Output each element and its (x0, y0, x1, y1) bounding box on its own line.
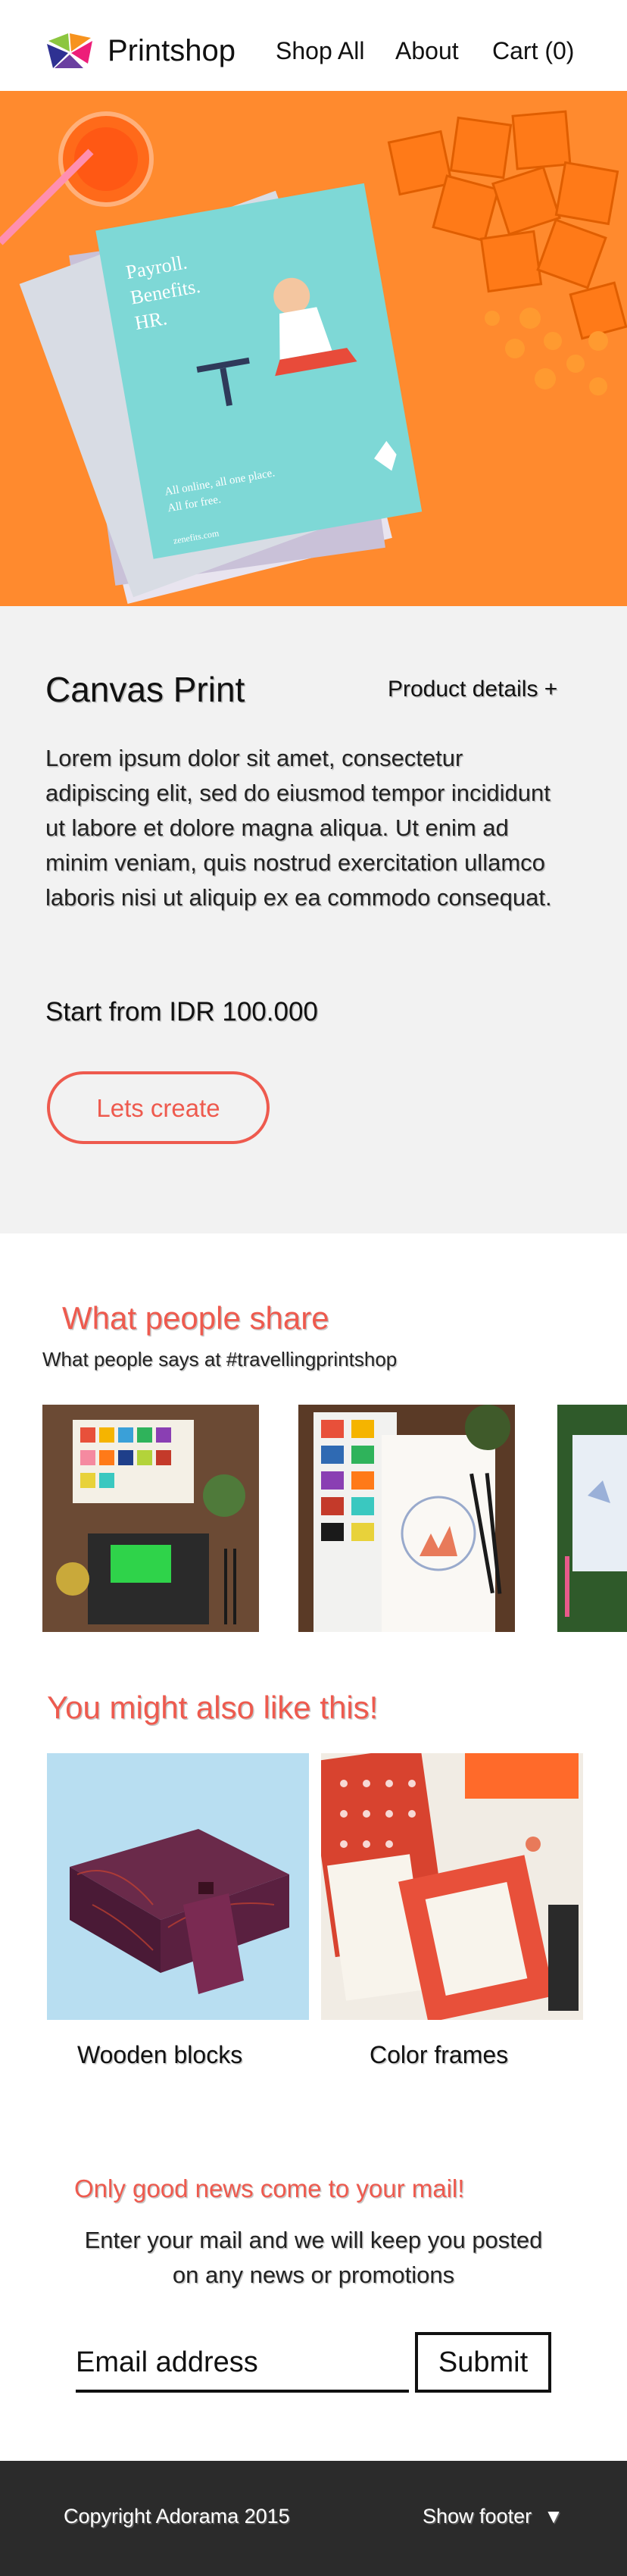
share-photo-2[interactable] (298, 1405, 515, 1632)
share-section-title: What people share (62, 1300, 329, 1336)
product-title: Canvas Print (45, 670, 245, 709)
related-product-name-2[interactable]: Color frames (370, 2038, 508, 2071)
lets-create-button[interactable]: Lets create (47, 1071, 270, 1144)
share-photo-1[interactable] (42, 1405, 259, 1632)
nav-cart[interactable]: Cart (0) (492, 33, 574, 68)
triangle-down-icon: ▼ (544, 2505, 563, 2528)
show-footer-label: Show footer (423, 2505, 532, 2528)
email-input[interactable] (76, 2335, 409, 2393)
newsletter-text: Enter your mail and we will keep you pos… (84, 2227, 543, 2288)
submit-button[interactable]: Submit (415, 2332, 551, 2393)
copyright-text: Copyright Adorama 2015 (64, 2505, 290, 2528)
share-section-subtitle: What people says at #travellingprintshop (42, 1348, 398, 1371)
product-price: Start from IDR 100.000 (45, 997, 318, 1027)
share-photo-3[interactable] (557, 1405, 627, 1632)
nav-shop-all[interactable]: Shop All (276, 33, 364, 68)
related-product-image-2[interactable] (321, 1753, 583, 2020)
related-product-name-1[interactable]: Wooden blocks (77, 2038, 242, 2071)
printshop-logo-icon[interactable] (45, 30, 94, 71)
hero-image: Payroll. Benefits. HR. All online, all o… (0, 91, 627, 606)
related-section-title: You might also like this! (47, 1690, 379, 1725)
show-footer-toggle[interactable]: Show footer ▼ (423, 2502, 563, 2531)
brand-name[interactable]: Printshop (108, 29, 236, 73)
related-product-image-1[interactable] (47, 1753, 309, 2020)
newsletter-title: Only good news come to your mail! (74, 2174, 465, 2202)
nav-about[interactable]: About (395, 33, 459, 68)
product-details-toggle[interactable]: Product details + (388, 674, 557, 705)
product-description: Lorem ipsum dolor sit amet, consectetur … (45, 745, 552, 911)
